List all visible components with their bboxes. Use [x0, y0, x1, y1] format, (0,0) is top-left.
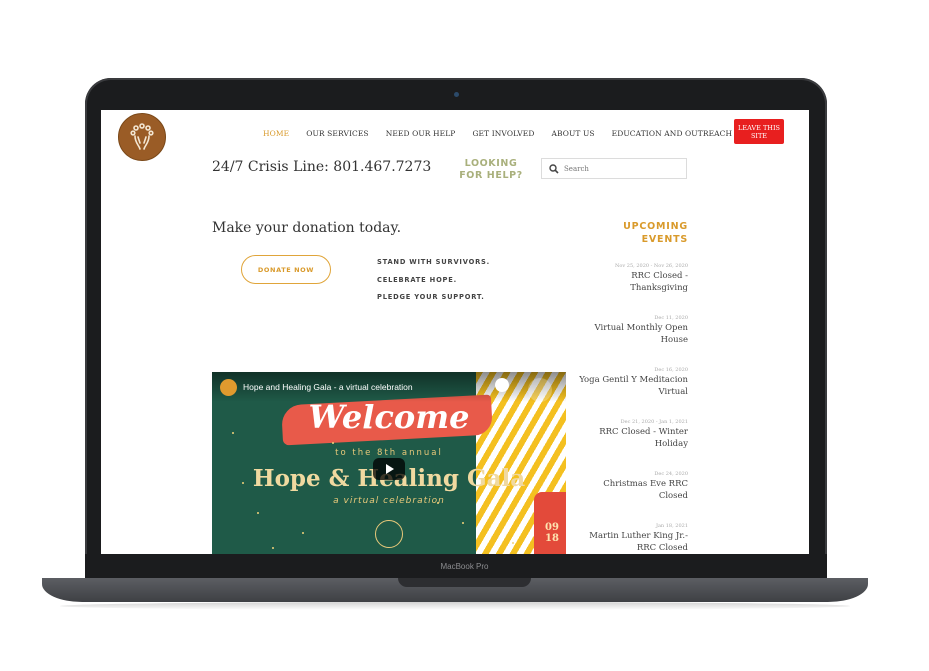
event-item[interactable]: Dec 24, 2020 Christmas Eve RRC Closed: [576, 471, 688, 523]
search-input[interactable]: [560, 164, 674, 173]
crisis-line[interactable]: 24/7 Crisis Line: 801.467.7273: [212, 159, 431, 175]
video-title[interactable]: Hope and Healing Gala - a virtual celebr…: [243, 382, 413, 392]
nav-home[interactable]: HOME: [263, 129, 289, 138]
upcoming-events-title: UPCOMING EVENTS: [623, 221, 688, 245]
event-date: Dec 16, 2020: [654, 367, 688, 373]
event-item[interactable]: Dec 11, 2020 Virtual Monthly Open House: [576, 315, 688, 367]
play-button-icon[interactable]: [373, 458, 405, 480]
leave-site-button[interactable]: LEAVE THIS SITE: [734, 119, 784, 144]
site-logo[interactable]: [118, 113, 166, 161]
donate-now-button[interactable]: DONATE NOW: [241, 255, 331, 284]
pledge-text: STAND WITH SURVIVORS. CELEBRATE HOPE. PL…: [377, 254, 490, 307]
event-name[interactable]: RRC Closed - Thanksgiving: [576, 270, 688, 294]
pledge-line: STAND WITH SURVIVORS.: [377, 258, 490, 266]
event-date: Jan 18, 2021: [655, 523, 688, 529]
channel-avatar[interactable]: [220, 379, 237, 396]
event-date: Dec 11, 2020: [654, 315, 688, 321]
event-date: Dec 21, 2020 - Jan 1, 2021: [620, 419, 688, 425]
laptop-shadow: [60, 602, 850, 610]
event-date: Nov 25, 2020 - Nov 26, 2020: [615, 263, 688, 269]
events-list: Nov 25, 2020 - Nov 26, 2020 RRC Closed - …: [576, 263, 688, 554]
screen: HOME OUR SERVICES NEED OUR HELP GET INVO…: [101, 110, 809, 554]
video-virtual-text: a virtual celebration: [333, 496, 445, 506]
event-name[interactable]: Virtual Monthly Open House: [576, 322, 688, 346]
laptop-notch: [398, 578, 531, 587]
event-name[interactable]: RRC Closed - Winter Holiday: [576, 426, 688, 450]
event-item[interactable]: Nov 25, 2020 - Nov 26, 2020 RRC Closed - …: [576, 263, 688, 315]
video-welcome-text: Welcome: [308, 398, 470, 436]
nav-education-outreach[interactable]: EDUCATION AND OUTREACH: [612, 129, 732, 138]
nav-need-our-help[interactable]: NEED OUR HELP: [386, 129, 456, 138]
search-box[interactable]: [541, 158, 687, 179]
search-icon: [549, 163, 559, 174]
gala-video-player[interactable]: Hope and Healing Gala - a virtual celebr…: [212, 372, 566, 554]
watch-later-icon[interactable]: [495, 378, 509, 392]
leave-site-label: LEAVE THIS SITE: [738, 123, 780, 140]
device-label: MacBook Pro: [440, 562, 489, 571]
donation-title: Make your donation today.: [212, 220, 402, 236]
pledge-line: CELEBRATE HOPE.: [377, 275, 457, 284]
pledge-line: PLEDGE YOUR SUPPORT.: [377, 293, 485, 301]
event-name[interactable]: Christmas Eve RRC Closed: [576, 478, 688, 502]
nav-about-us[interactable]: ABOUT US: [551, 129, 594, 138]
event-name[interactable]: Martin Luther King Jr.- RRC Closed: [576, 530, 688, 554]
video-annual-text: to the 8th annual: [335, 448, 443, 458]
event-name[interactable]: Yoga Gentil Y Meditacion Virtual: [576, 374, 688, 398]
event-item[interactable]: Dec 16, 2020 Yoga Gentil Y Meditacion Vir…: [576, 367, 688, 419]
main-nav: HOME OUR SERVICES NEED OUR HELP GET INVO…: [263, 129, 732, 138]
gala-emblem-icon: [375, 520, 403, 548]
event-date: Dec 24, 2020: [654, 471, 688, 477]
nav-get-involved[interactable]: GET INVOLVED: [472, 129, 534, 138]
event-item[interactable]: Dec 21, 2020 - Jan 1, 2021 RRC Closed - W…: [576, 419, 688, 471]
donate-now-label: DONATE NOW: [257, 265, 315, 274]
camera-icon: [454, 92, 459, 97]
logo-hands-icon: [130, 123, 154, 150]
event-item[interactable]: Jan 18, 2021 Martin Luther King Jr.- RRC …: [576, 523, 688, 554]
nav-our-services[interactable]: OUR SERVICES: [306, 129, 368, 138]
looking-for-help[interactable]: LOOKING FOR HELP?: [459, 158, 523, 182]
video-date-text: 09 18: [545, 522, 559, 544]
